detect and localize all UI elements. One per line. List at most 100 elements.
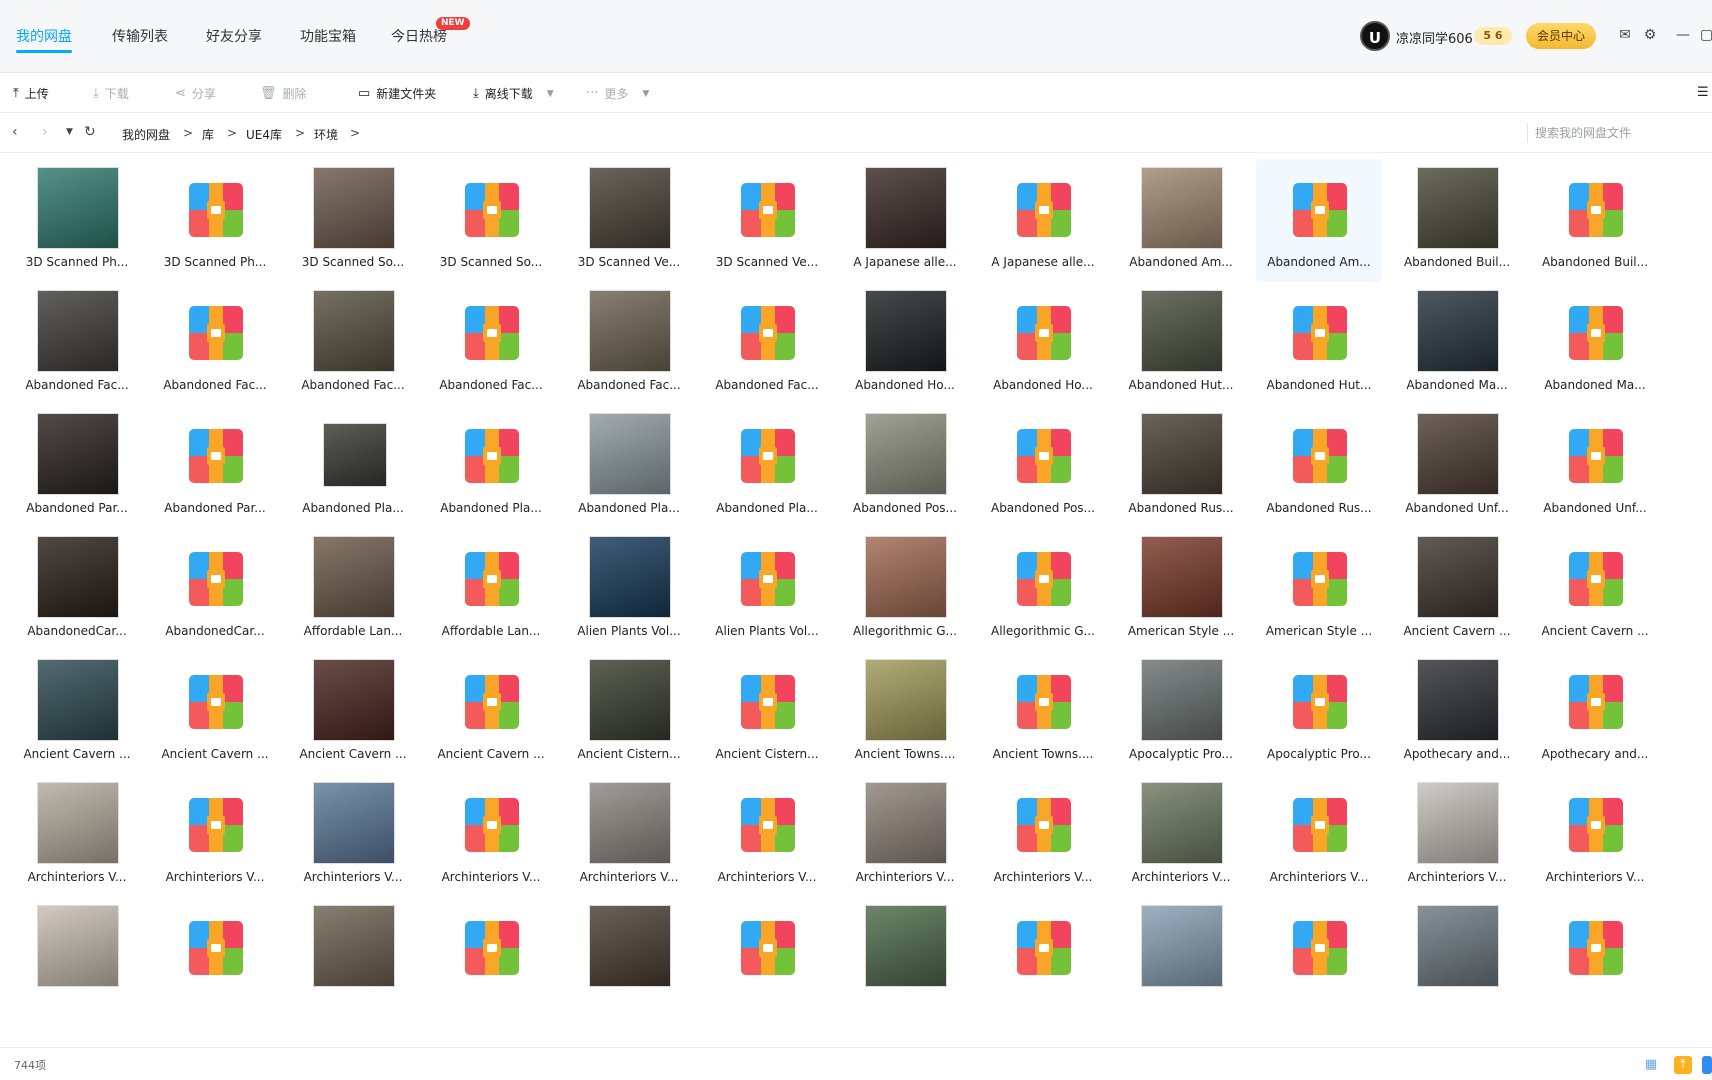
- zip-file-item[interactable]: Archinteriors V...: [1256, 774, 1382, 897]
- image-file-item[interactable]: Archinteriors V...: [842, 774, 968, 897]
- zip-file-item[interactable]: Abandoned Pla...: [704, 405, 830, 528]
- image-file-item[interactable]: Ancient Cistern...: [566, 651, 692, 774]
- tab-friend-share[interactable]: 好友分享: [206, 26, 262, 46]
- image-file-item[interactable]: Abandoned Buil...: [1394, 159, 1520, 282]
- breadcrumb-ue4[interactable]: UE4库: [246, 126, 282, 143]
- image-file-item[interactable]: Archinteriors V...: [290, 774, 416, 897]
- delete-button[interactable]: 🗑 删除: [260, 85, 307, 102]
- grid-view-icon[interactable]: ▦: [1642, 1056, 1660, 1074]
- zip-file-item[interactable]: [1256, 897, 1382, 1020]
- image-file-item[interactable]: Abandoned Am...: [1118, 159, 1244, 282]
- more-button[interactable]: ··· 更多 ▼: [586, 85, 649, 102]
- zip-file-item[interactable]: Abandoned Fac...: [704, 282, 830, 405]
- image-file-item[interactable]: Abandoned Fac...: [566, 282, 692, 405]
- image-file-item[interactable]: Abandoned Fac...: [290, 282, 416, 405]
- image-file-item[interactable]: [290, 897, 416, 1020]
- avatar[interactable]: U: [1360, 21, 1390, 51]
- zip-file-item[interactable]: Abandoned Pla...: [428, 405, 554, 528]
- download-button[interactable]: ⤓ 下载: [93, 85, 129, 102]
- upload-queue-icon[interactable]: ⤒: [1674, 1056, 1692, 1074]
- offline-download-button[interactable]: ⤓ 离线下载 ▼: [473, 85, 554, 102]
- zip-file-item[interactable]: Ancient Towns....: [980, 651, 1106, 774]
- zip-file-item[interactable]: 3D Scanned So...: [428, 159, 554, 282]
- image-file-item[interactable]: Ancient Cavern ...: [14, 651, 140, 774]
- image-file-item[interactable]: Affordable Lan...: [290, 528, 416, 651]
- image-file-item[interactable]: Ancient Cavern ...: [290, 651, 416, 774]
- maximize-icon[interactable]: ▢: [1700, 26, 1712, 44]
- zip-file-item[interactable]: Abandoned Ho...: [980, 282, 1106, 405]
- image-file-item[interactable]: [1118, 897, 1244, 1020]
- zip-file-item[interactable]: Ancient Cavern ...: [428, 651, 554, 774]
- breadcrumb-my-disk[interactable]: 我的网盘: [122, 126, 170, 143]
- zip-file-item[interactable]: Abandoned Rus...: [1256, 405, 1382, 528]
- zip-file-item[interactable]: Abandoned Unf...: [1532, 405, 1658, 528]
- image-file-item[interactable]: A Japanese alle...: [842, 159, 968, 282]
- zip-file-item[interactable]: [1532, 897, 1658, 1020]
- zip-file-item[interactable]: Abandoned Am...: [1256, 159, 1382, 282]
- upload-button[interactable]: ⤒ 上传: [13, 85, 49, 102]
- minimize-icon[interactable]: —: [1674, 26, 1692, 44]
- zip-file-item[interactable]: Alien Plants Vol...: [704, 528, 830, 651]
- forward-icon[interactable]: ›: [42, 124, 48, 140]
- new-folder-button[interactable]: ▭ 新建文件夹: [358, 85, 436, 102]
- breadcrumb-library[interactable]: 库: [202, 126, 214, 143]
- zip-file-item[interactable]: Abandoned Fac...: [152, 282, 278, 405]
- zip-file-item[interactable]: Abandoned Ma...: [1532, 282, 1658, 405]
- mail-icon[interactable]: ✉: [1616, 26, 1634, 44]
- image-file-item[interactable]: Ancient Towns....: [842, 651, 968, 774]
- zip-file-item[interactable]: Allegorithmic G...: [980, 528, 1106, 651]
- zip-file-item[interactable]: 3D Scanned Ph...: [152, 159, 278, 282]
- zip-file-item[interactable]: Archinteriors V...: [428, 774, 554, 897]
- image-file-item[interactable]: Abandoned Par...: [14, 405, 140, 528]
- zip-file-item[interactable]: Abandoned Fac...: [428, 282, 554, 405]
- image-file-item[interactable]: American Style ...: [1118, 528, 1244, 651]
- tab-transfer-list[interactable]: 传输列表: [112, 26, 168, 46]
- image-file-item[interactable]: AbandonedCar...: [14, 528, 140, 651]
- zip-file-item[interactable]: Abandoned Buil...: [1532, 159, 1658, 282]
- image-file-item[interactable]: [1394, 897, 1520, 1020]
- image-file-item[interactable]: Alien Plants Vol...: [566, 528, 692, 651]
- image-file-item[interactable]: Archinteriors V...: [1118, 774, 1244, 897]
- zip-file-item[interactable]: Archinteriors V...: [704, 774, 830, 897]
- back-icon[interactable]: ‹: [12, 124, 18, 140]
- zip-file-item[interactable]: Apothecary and...: [1532, 651, 1658, 774]
- tab-toolbox[interactable]: 功能宝箱: [300, 26, 356, 46]
- image-file-item[interactable]: [842, 897, 968, 1020]
- image-file-item[interactable]: Apothecary and...: [1394, 651, 1520, 774]
- zip-file-item[interactable]: [704, 897, 830, 1020]
- zip-file-item[interactable]: [428, 897, 554, 1020]
- image-file-item[interactable]: 3D Scanned Ve...: [566, 159, 692, 282]
- image-file-item[interactable]: Abandoned Pos...: [842, 405, 968, 528]
- zip-file-item[interactable]: Affordable Lan...: [428, 528, 554, 651]
- image-file-item[interactable]: Abandoned Hut...: [1118, 282, 1244, 405]
- image-file-item[interactable]: Archinteriors V...: [1394, 774, 1520, 897]
- zip-file-item[interactable]: Abandoned Hut...: [1256, 282, 1382, 405]
- zip-file-item[interactable]: Ancient Cavern ...: [152, 651, 278, 774]
- zip-file-item[interactable]: Abandoned Par...: [152, 405, 278, 528]
- zip-file-item[interactable]: Apocalyptic Pro...: [1256, 651, 1382, 774]
- zip-file-item[interactable]: A Japanese alle...: [980, 159, 1106, 282]
- zip-file-item[interactable]: Archinteriors V...: [1532, 774, 1658, 897]
- refresh-icon[interactable]: ↻: [84, 124, 96, 140]
- zip-file-item[interactable]: [152, 897, 278, 1020]
- image-file-item[interactable]: Abandoned Fac...: [14, 282, 140, 405]
- image-file-item[interactable]: Abandoned Unf...: [1394, 405, 1520, 528]
- username[interactable]: 凉凉同学606: [1396, 28, 1473, 47]
- sidebar-toggle-icon[interactable]: [1702, 1056, 1712, 1074]
- image-file-item[interactable]: Abandoned Pla...: [290, 405, 416, 528]
- zip-file-item[interactable]: [980, 897, 1106, 1020]
- share-button[interactable]: ⋖ 分享: [175, 85, 216, 102]
- zip-file-item[interactable]: 3D Scanned Ve...: [704, 159, 830, 282]
- zip-file-item[interactable]: Archinteriors V...: [980, 774, 1106, 897]
- image-file-item[interactable]: Apocalyptic Pro...: [1118, 651, 1244, 774]
- image-file-item[interactable]: Abandoned Ma...: [1394, 282, 1520, 405]
- image-file-item[interactable]: Archinteriors V...: [566, 774, 692, 897]
- zip-file-item[interactable]: Abandoned Pos...: [980, 405, 1106, 528]
- zip-file-item[interactable]: American Style ...: [1256, 528, 1382, 651]
- zip-file-item[interactable]: Ancient Cavern ...: [1532, 528, 1658, 651]
- history-dropdown-icon[interactable]: ▼: [66, 127, 73, 137]
- image-file-item[interactable]: Abandoned Ho...: [842, 282, 968, 405]
- gear-icon[interactable]: ⚙: [1641, 26, 1659, 44]
- image-file-item[interactable]: [566, 897, 692, 1020]
- breadcrumb-environment[interactable]: 环境: [314, 126, 338, 143]
